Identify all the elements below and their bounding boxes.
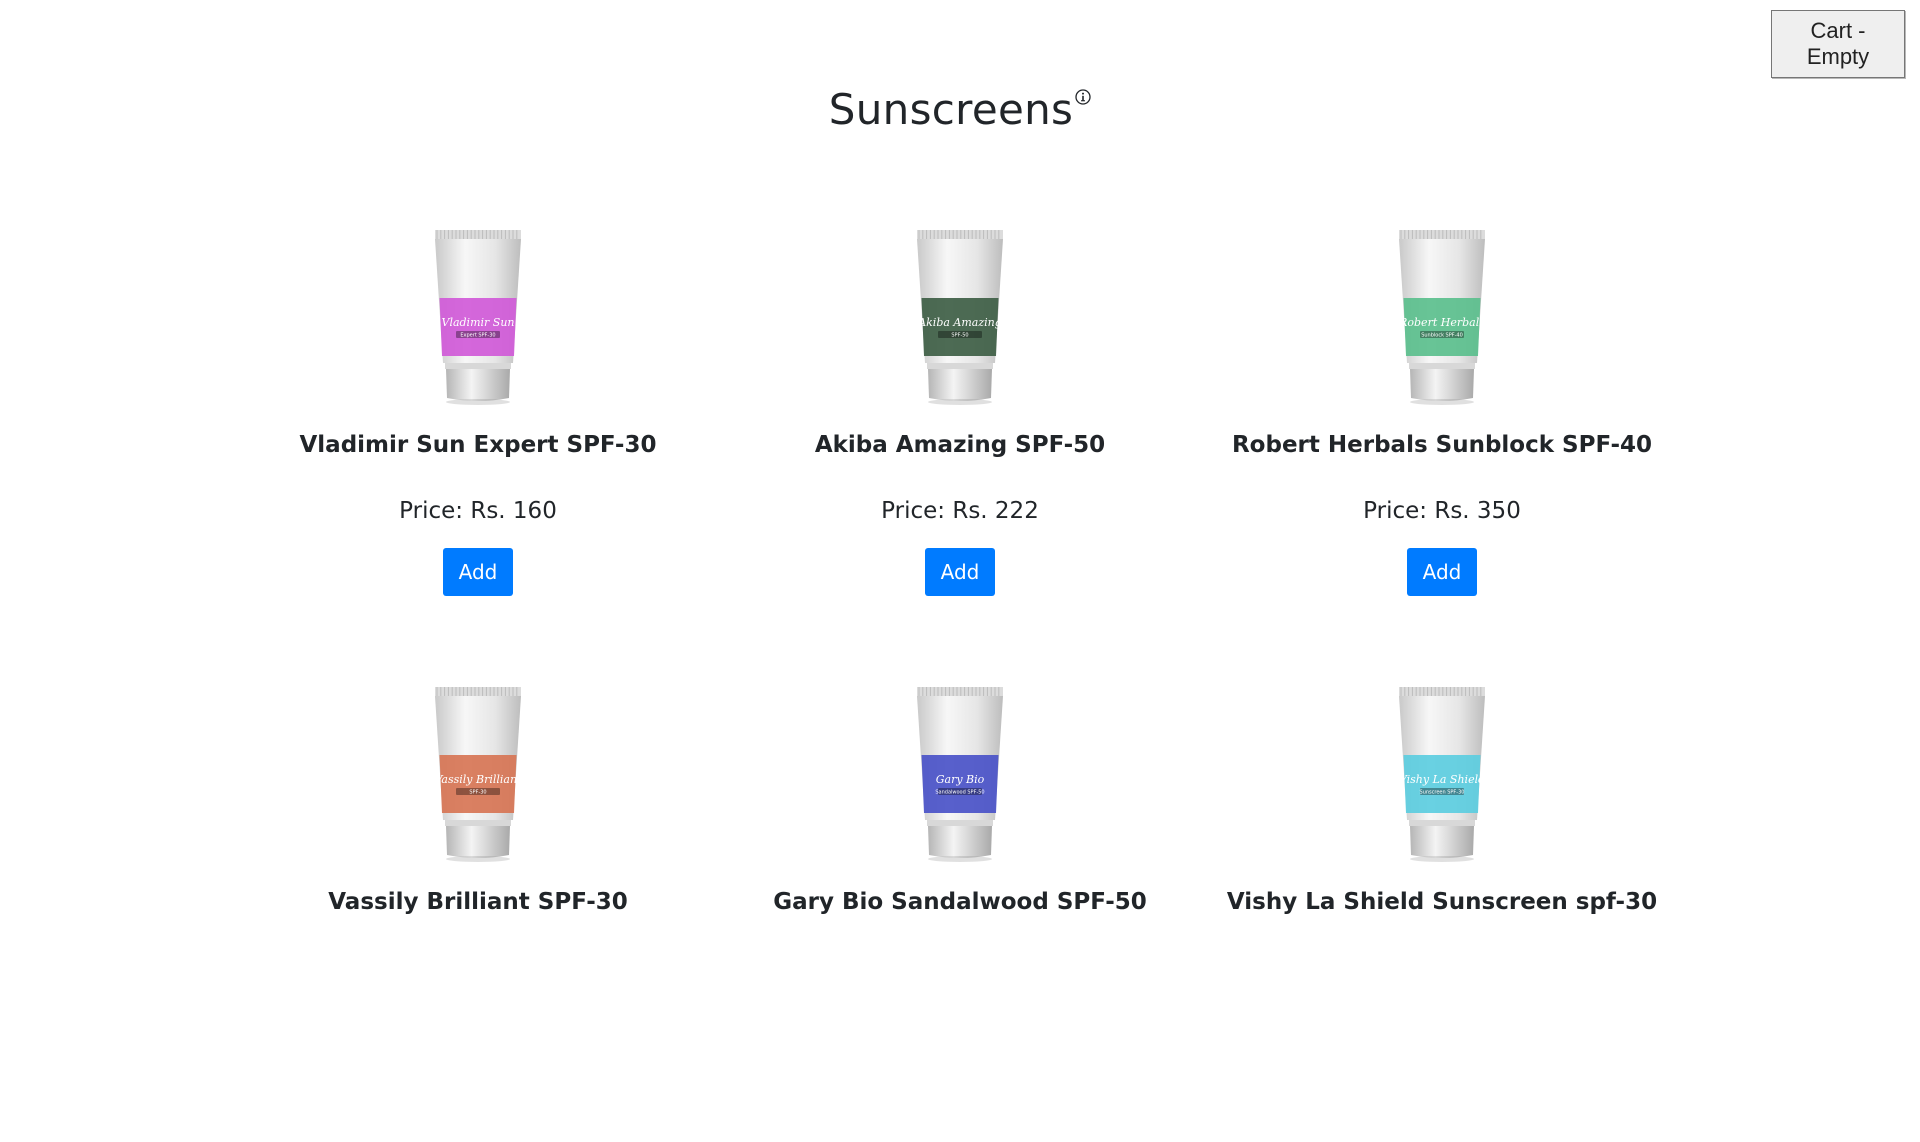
svg-text:Sunscreen SPF-30: Sunscreen SPF-30 [1420, 790, 1465, 796]
product-card: Gary Bio Sandalwood SPF-50 Gary Bio Sanda… [719, 685, 1201, 1142]
product-price: Price: Rs. 350 [1363, 498, 1521, 524]
product-name: Vassily Brilliant SPF-30 [328, 889, 628, 915]
add-to-cart-button[interactable]: Add [1407, 548, 1477, 596]
product-card: Vassily Brilliant SPF-30 Vassily Brillian… [237, 685, 719, 1142]
product-card: Vishy La Shield Sunscreen SPF-30 Vishy La… [1201, 685, 1683, 1142]
svg-text:Gary Bio: Gary Bio [936, 773, 985, 786]
svg-text:Akiba Amazing: Akiba Amazing [917, 316, 1002, 329]
product-name: Vladimir Sun Expert SPF-30 [299, 432, 657, 458]
page-title: Sunscreens [828, 85, 1074, 134]
product-image[interactable]: Robert Herbals Sunblock SPF-40 [1387, 228, 1497, 408]
svg-text:Sandalwood SPF-50: Sandalwood SPF-50 [935, 790, 984, 796]
product-card: Robert Herbals Sunblock SPF-40 Robert Her… [1201, 228, 1683, 685]
product-card: Akiba Amazing SPF-50 Akiba Amazing SPF-50… [719, 228, 1201, 685]
svg-text:Vishy La Shield: Vishy La Shield [1399, 773, 1485, 786]
product-image[interactable]: Vladimir Sun Expert SPF-30 [423, 228, 533, 408]
svg-text:Sunblock SPF-40: Sunblock SPF-40 [1421, 333, 1463, 339]
product-name: Vishy La Shield Sunscreen spf-30 [1226, 889, 1658, 915]
svg-text:Expert SPF-30: Expert SPF-30 [460, 333, 495, 339]
product-image[interactable]: Gary Bio Sandalwood SPF-50 [905, 685, 1015, 865]
product-name: Gary Bio Sandalwood SPF-50 [773, 889, 1147, 915]
page-header: Sunscreens [0, 85, 1920, 134]
product-row: Vladimir Sun Expert SPF-30 Vladimir Sun E… [0, 228, 1920, 685]
product-card: Vladimir Sun Expert SPF-30 Vladimir Sun E… [237, 228, 719, 685]
add-to-cart-button[interactable]: Add [443, 548, 513, 596]
svg-text:SPF-30: SPF-30 [469, 790, 486, 796]
svg-text:SPF-50: SPF-50 [951, 333, 968, 339]
info-circle-icon[interactable] [1075, 89, 1091, 105]
product-image[interactable]: Vassily Brilliant SPF-30 [423, 685, 533, 865]
product-price: Price: Rs. 222 [881, 498, 1039, 524]
svg-text:Vladimir Sun: Vladimir Sun [442, 316, 515, 329]
product-image[interactable]: Vishy La Shield Sunscreen SPF-30 [1387, 685, 1497, 865]
add-to-cart-button[interactable]: Add [925, 548, 995, 596]
product-name: Robert Herbals Sunblock SPF-40 [1231, 432, 1653, 458]
product-image[interactable]: Akiba Amazing SPF-50 [905, 228, 1015, 408]
product-row: Vassily Brilliant SPF-30 Vassily Brillian… [0, 685, 1920, 1142]
cart-button[interactable]: Cart - Empty [1771, 10, 1905, 78]
product-name: Akiba Amazing SPF-50 [814, 432, 1106, 458]
svg-text:Vassily Brilliant: Vassily Brilliant [434, 773, 522, 786]
product-price: Price: Rs. 160 [399, 498, 557, 524]
product-grid: Vladimir Sun Expert SPF-30 Vladimir Sun E… [0, 228, 1920, 1142]
svg-text:Robert Herbals: Robert Herbals [1398, 316, 1485, 329]
